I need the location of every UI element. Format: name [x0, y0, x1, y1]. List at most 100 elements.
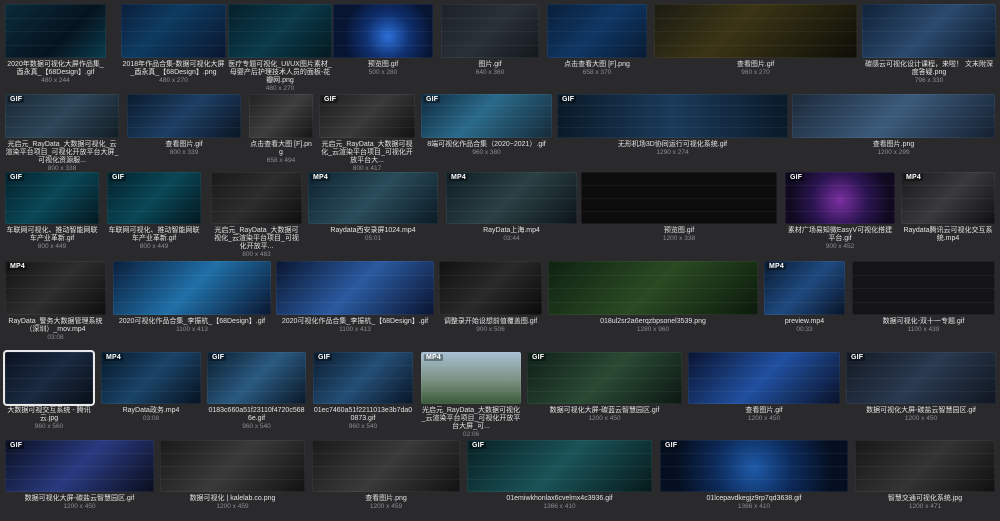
file-tile[interactable]: 查看图片.png 1200 x 459 — [312, 440, 460, 511]
file-thumbnail[interactable] — [792, 94, 995, 138]
file-thumbnail[interactable]: MP4 — [446, 172, 577, 224]
file-thumbnail[interactable]: GIF — [557, 94, 788, 138]
file-name[interactable]: 2018年作品合集-数据可视化大屏_酉永真_【68Design】.png — [121, 61, 226, 77]
file-tile[interactable]: 2018年作品合集-数据可视化大屏_酉永真_【68Design】.png 480 … — [121, 4, 226, 85]
file-thumbnail[interactable] — [211, 172, 302, 224]
file-tile[interactable]: 2020年数据可视化大屏作品集_酉永真_【68Design】.gif 480 x … — [5, 4, 106, 85]
file-thumbnail[interactable] — [121, 4, 226, 58]
file-tile[interactable]: GIF 01emiwkhonlax6cvelmx4c3936.gif 1366 x … — [467, 440, 652, 511]
file-thumbnail[interactable]: GIF — [785, 172, 895, 224]
file-thumbnail[interactable]: GIF — [319, 94, 415, 138]
file-name[interactable]: 数据可视化大屏-碳盐云智慧园区.gif — [5, 495, 154, 503]
file-tile[interactable]: 点击查看大图 [F].png 658 x 494 — [249, 94, 313, 165]
file-name[interactable]: 光启元_RayData_大数据可视化_云渲染平台项目_可视化开放平... — [211, 227, 302, 251]
file-name[interactable]: 数据可视化大屏-碳盐云智慧园区.gif — [846, 407, 996, 415]
file-name[interactable]: 2020年数据可视化大屏作品集_酉永真_【68Design】.gif — [5, 61, 106, 77]
file-thumbnail[interactable]: GIF — [207, 352, 306, 404]
file-thumbnail[interactable] — [581, 172, 777, 224]
file-tile[interactable]: 光启元_RayData_大数据可视化_云渲染平台项目_可视化开放平... 800 … — [211, 172, 302, 259]
file-tile[interactable]: GIF 数据可视化大屏-碳蓝云智慧园区.gif 1200 x 450 — [527, 352, 682, 423]
file-thumbnail[interactable] — [5, 4, 106, 58]
file-tile[interactable]: 调整录开始设想前值覆盖图.gif 900 x 506 — [439, 261, 542, 334]
file-name[interactable]: 智慧交通可视化系统.jpg — [855, 495, 995, 503]
file-tile[interactable]: GIF 数据可视化大屏-碳盐云智慧园区.gif 1200 x 450 — [5, 440, 154, 511]
file-thumbnail[interactable] — [439, 261, 542, 315]
file-tile[interactable]: 数据可视化-双十一专题.gif 1100 x 439 — [852, 261, 995, 334]
file-name[interactable]: Raydata腾讯云可视化交互系统.mp4 — [901, 227, 995, 243]
file-thumbnail[interactable] — [548, 261, 758, 315]
file-thumbnail[interactable] — [312, 440, 460, 492]
file-name[interactable]: 医疗专题可视化_UI/UX图片素材_母婴产后护理技术人员的面板-花瓣网.png — [228, 61, 332, 85]
file-tile[interactable]: MP4 Raydata腾讯云可视化交互系统.mp4 — [901, 172, 995, 243]
file-tile[interactable]: 医疗专题可视化_UI/UX图片素材_母婴产后护理技术人员的面板-花瓣网.png 4… — [228, 4, 332, 93]
file-name[interactable]: 光启元_RayData_大数据可视化_云渲染平台项目_可视化开放平台大屏_可视化… — [5, 141, 119, 165]
file-name[interactable]: 调整录开始设想前值覆盖图.gif — [439, 318, 542, 326]
file-thumbnail[interactable] — [127, 94, 241, 138]
file-name[interactable]: 点击查看大图 [F].png — [547, 61, 647, 69]
file-name[interactable]: 01lcepavdkegjz9rp7qd3638.gif — [660, 495, 848, 503]
file-thumbnail[interactable]: GIF — [5, 440, 154, 492]
file-tile[interactable]: MP4 RayData_警务大数据管理系统（深圳）_mov.mp4 03:08 — [5, 261, 106, 342]
file-tile[interactable]: GIF 数据可视化大屏-碳盐云智慧园区.gif 1200 x 450 — [846, 352, 996, 423]
file-name[interactable]: 数据可视化 | kalelab.co.png — [160, 495, 305, 503]
file-thumbnail[interactable] — [333, 4, 433, 58]
file-tile[interactable]: MP4 RayData政务.mp4 03:08 — [101, 352, 201, 423]
file-tile[interactable]: GIF 光启元_RayData_大数据可视化_云渲染平台项目_可视化开放平台大..… — [319, 94, 415, 173]
file-name[interactable]: 大数据可视交互系统 - 腾讯云.jpg — [5, 407, 93, 423]
file-name[interactable]: 查看图片.gif — [688, 407, 840, 415]
file-name[interactable]: 数据可视化-双十一专题.gif — [852, 318, 995, 326]
file-tile[interactable]: 点击查看大图 [F].png 658 x 370 — [547, 4, 647, 77]
file-thumbnail[interactable]: GIF — [846, 352, 996, 404]
file-name[interactable]: Raydata西安录屏1024.mp4 — [308, 227, 438, 235]
file-tile[interactable]: GIF 0183c660a51f23110f4720c5686e.gif 960 x… — [207, 352, 306, 431]
file-name[interactable]: 01ec7460a51f2211013e3b7da00873.gif — [313, 407, 413, 423]
file-tile[interactable]: 图片.gif 640 x 360 — [441, 4, 539, 77]
file-name[interactable]: 查看图片.gif — [127, 141, 241, 149]
file-tile[interactable]: 2020可视化作品合集_李振杭_【68Design】.gif 1100 x 413 — [276, 261, 434, 334]
file-name[interactable]: 数据可视化大屏-碳蓝云智慧园区.gif — [527, 407, 682, 415]
file-tile[interactable]: 碳感云可视化设计课程，来啦！ 文末附深度答疑.png 796 x 330 — [862, 4, 996, 85]
file-thumbnail[interactable] — [862, 4, 996, 58]
file-thumbnail[interactable]: GIF — [5, 94, 119, 138]
file-tile[interactable]: 大数据可视交互系统 - 腾讯云.jpg 960 x 560 — [3, 350, 95, 431]
file-name[interactable]: 预览图.gif — [333, 61, 433, 69]
file-name[interactable]: 光启元_RayData_大数据可视化_云渲染平台项目_可视化开放平台大... — [319, 141, 415, 165]
file-tile[interactable]: 预览图.gif 1200 x 338 — [581, 172, 777, 243]
file-tile[interactable]: 数据可视化 | kalelab.co.png 1200 x 459 — [160, 440, 305, 511]
file-name[interactable]: 车联网可视化、推动智能网联车产业革新.gif — [5, 227, 99, 243]
file-tile[interactable]: 查看图片.gif 800 x 339 — [127, 94, 241, 157]
file-thumbnail[interactable] — [441, 4, 539, 58]
file-name[interactable]: 2020可视化作品合集_李振杭_【68Design】.gif — [113, 318, 271, 326]
file-name[interactable]: 0183c660a51f23110f4720c5686e.gif — [207, 407, 306, 423]
file-name[interactable]: 查看图片.png — [312, 495, 460, 503]
file-name[interactable]: 8端可视化作品合集（2020~2021）.gif — [421, 141, 552, 149]
file-name[interactable]: 01emiwkhonlax6cvelmx4c3936.gif — [467, 495, 652, 503]
file-name[interactable]: 图片.gif — [441, 61, 539, 69]
file-name[interactable]: 点击查看大图 [F].png — [249, 141, 313, 157]
file-thumbnail[interactable]: MP4 — [101, 352, 201, 404]
file-thumbnail[interactable] — [249, 94, 313, 138]
file-thumbnail[interactable] — [3, 350, 95, 406]
file-tile[interactable]: MP4 RayData上海.mp4 03:44 — [446, 172, 577, 243]
file-thumbnail[interactable] — [654, 4, 857, 58]
file-tile[interactable]: 查看图片.gif 960 x 270 — [654, 4, 857, 77]
file-thumbnail[interactable]: GIF — [467, 440, 652, 492]
file-thumbnail[interactable]: GIF — [107, 172, 201, 224]
file-thumbnail[interactable] — [276, 261, 434, 315]
file-name[interactable]: 无形机场3D协同运行可视化系统.gif — [557, 141, 788, 149]
file-name[interactable]: 碳感云可视化设计课程，来啦！ 文末附深度答疑.png — [862, 61, 996, 77]
file-tile[interactable]: MP4 preview.mp4 00:33 — [764, 261, 845, 334]
file-thumbnail[interactable] — [852, 261, 995, 315]
file-tile[interactable]: GIF 素材广场易知微EasyV可视化搭建平台.gif 900 x 452 — [785, 172, 895, 251]
file-name[interactable]: preview.mp4 — [764, 318, 845, 326]
file-tile[interactable]: 智慧交通可视化系统.jpg 1200 x 471 — [855, 440, 995, 511]
file-thumbnail[interactable]: GIF — [527, 352, 682, 404]
file-tile[interactable]: MP4 Raydata西安录屏1024.mp4 05:01 — [308, 172, 438, 243]
file-thumbnail[interactable]: MP4 — [901, 172, 995, 224]
file-name[interactable]: RayData_警务大数据管理系统（深圳）_mov.mp4 — [5, 318, 106, 334]
file-name[interactable]: 2020可视化作品合集_李振杭_【68Design】.gif — [276, 318, 434, 326]
file-name[interactable]: 预览图.gif — [581, 227, 777, 235]
file-tile[interactable]: GIF 车联网可视化、推动智能网联车产业革新.gif 800 x 449 — [107, 172, 201, 251]
file-thumbnail[interactable] — [547, 4, 647, 58]
file-name[interactable]: 查看图片.png — [792, 141, 995, 149]
